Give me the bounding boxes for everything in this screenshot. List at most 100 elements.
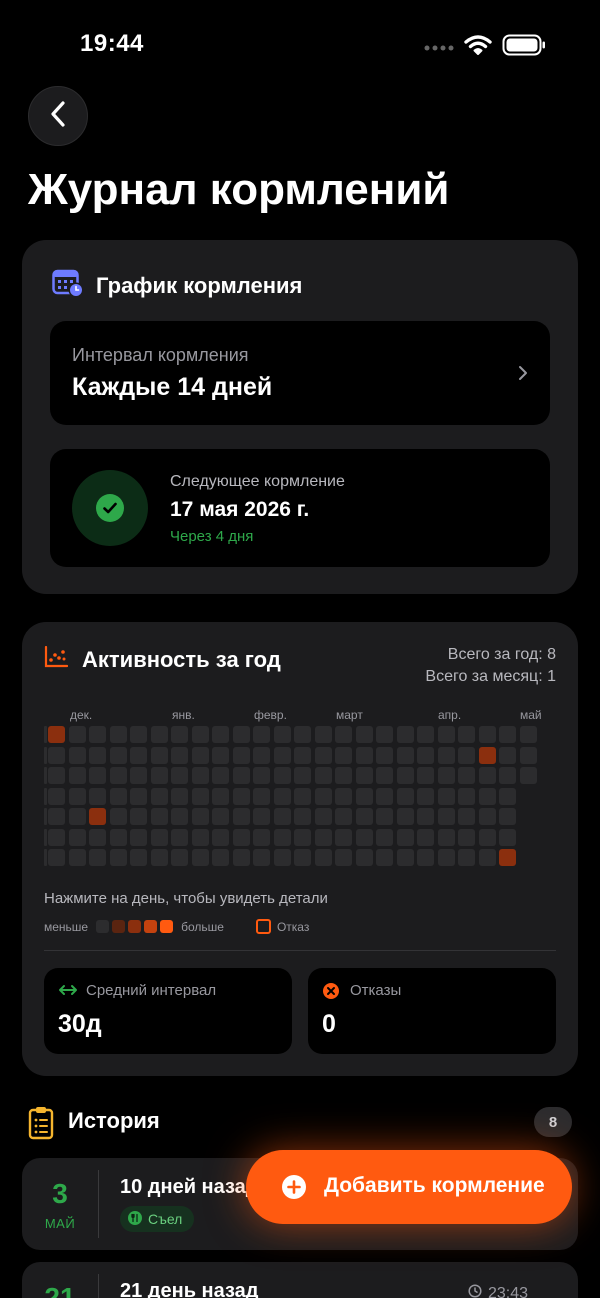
- heatmap-cell[interactable]: [48, 828, 65, 846]
- heatmap-cell[interactable]: [335, 849, 352, 866]
- heatmap-cell[interactable]: [150, 746, 168, 764]
- heatmap-cell[interactable]: [253, 746, 270, 764]
- back-button[interactable]: [28, 86, 88, 146]
- heatmap-cell[interactable]: [314, 828, 332, 846]
- heatmap-cell[interactable]: [212, 767, 229, 784]
- heatmap-cell[interactable]: [150, 787, 168, 805]
- heatmap-cell[interactable]: [130, 767, 147, 784]
- heatmap-cell[interactable]: [478, 767, 496, 784]
- heatmap-cell[interactable]: [294, 787, 311, 805]
- heatmap-cell[interactable]: [130, 808, 147, 825]
- heatmap-cell[interactable]: [417, 828, 434, 846]
- heatmap-cell[interactable]: [171, 726, 188, 743]
- heatmap-cell[interactable]: [253, 849, 270, 866]
- heatmap-cell[interactable]: [48, 787, 65, 805]
- add-feeding-button[interactable]: Добавить кормление: [246, 1150, 572, 1224]
- heatmap-cell[interactable]: [294, 726, 311, 743]
- heatmap-cell[interactable]: [150, 828, 168, 846]
- heatmap-cell[interactable]: [109, 828, 127, 846]
- heatmap-cell[interactable]: [68, 787, 86, 805]
- heatmap-cell[interactable]: [89, 726, 106, 743]
- heatmap-cell[interactable]: [437, 787, 455, 805]
- heatmap-cell[interactable]: [294, 808, 311, 825]
- heatmap-cell[interactable]: [191, 746, 209, 764]
- heatmap-cell[interactable]: [171, 808, 188, 825]
- heatmap-cell[interactable]: [376, 767, 393, 784]
- heatmap-cell[interactable]: [191, 828, 209, 846]
- heatmap-cell[interactable]: [109, 746, 127, 764]
- heatmap-cell[interactable]: [396, 787, 414, 805]
- heatmap-cell[interactable]: [44, 746, 47, 764]
- heatmap-cell[interactable]: [232, 726, 250, 743]
- heatmap-cell[interactable]: [48, 746, 65, 764]
- heatmap-cell[interactable]: [314, 746, 332, 764]
- heatmap-cell[interactable]: [396, 726, 414, 743]
- heatmap-cell[interactable]: [458, 787, 475, 805]
- heatmap-cell[interactable]: [130, 849, 147, 866]
- heatmap-cell[interactable]: [212, 808, 229, 825]
- heatmap-cell[interactable]: [89, 787, 106, 805]
- heatmap-cell[interactable]: [109, 787, 127, 805]
- heatmap-cell[interactable]: [232, 767, 250, 784]
- heatmap-cell[interactable]: [478, 746, 496, 764]
- heatmap-cell[interactable]: [89, 808, 106, 825]
- heatmap-cell[interactable]: [253, 726, 270, 743]
- heatmap-cell[interactable]: [376, 787, 393, 805]
- heatmap-cell[interactable]: [44, 828, 47, 846]
- heatmap-cell[interactable]: [499, 767, 516, 784]
- heatmap-cell[interactable]: [130, 787, 147, 805]
- heatmap-cell[interactable]: [437, 726, 455, 743]
- heatmap-cell[interactable]: [89, 746, 106, 764]
- heatmap-cell[interactable]: [44, 767, 47, 784]
- heatmap-cell[interactable]: [212, 726, 229, 743]
- heatmap-cell[interactable]: [314, 787, 332, 805]
- heatmap-cell[interactable]: [232, 808, 250, 825]
- heatmap-cell[interactable]: [478, 828, 496, 846]
- heatmap-cell[interactable]: [417, 787, 434, 805]
- heatmap-cell[interactable]: [355, 828, 373, 846]
- heatmap-cell[interactable]: [89, 767, 106, 784]
- heatmap-cell[interactable]: [48, 849, 65, 866]
- heatmap-cell[interactable]: [335, 726, 352, 743]
- heatmap-cell[interactable]: [191, 849, 209, 866]
- heatmap-cell[interactable]: [499, 787, 516, 805]
- heatmap-cell[interactable]: [458, 828, 475, 846]
- heatmap-cell[interactable]: [314, 726, 332, 743]
- heatmap-cell[interactable]: [458, 808, 475, 825]
- heatmap-cell[interactable]: [68, 808, 86, 825]
- heatmap-cell[interactable]: [44, 787, 47, 805]
- heatmap-cell[interactable]: [519, 726, 537, 743]
- heatmap-cell[interactable]: [171, 767, 188, 784]
- heatmap-cell[interactable]: [273, 828, 291, 846]
- heatmap-cell[interactable]: [150, 808, 168, 825]
- heatmap-cell[interactable]: [437, 808, 455, 825]
- heatmap-cell[interactable]: [355, 849, 373, 866]
- heatmap-cell[interactable]: [458, 767, 475, 784]
- heatmap-cell[interactable]: [273, 746, 291, 764]
- heatmap-cell[interactable]: [253, 808, 270, 825]
- heatmap-cell[interactable]: [437, 767, 455, 784]
- history-item[interactable]: 21 21 день назад 23:43: [22, 1262, 578, 1298]
- heatmap-cell[interactable]: [109, 808, 127, 825]
- heatmap-cell[interactable]: [253, 787, 270, 805]
- heatmap-cell[interactable]: [417, 746, 434, 764]
- heatmap-cell[interactable]: [478, 849, 496, 866]
- heatmap-cell[interactable]: [294, 828, 311, 846]
- heatmap-cell[interactable]: [109, 726, 127, 743]
- heatmap-cell[interactable]: [478, 726, 496, 743]
- heatmap-cell[interactable]: [44, 849, 47, 866]
- heatmap-cell[interactable]: [499, 849, 516, 866]
- heatmap-cell[interactable]: [376, 828, 393, 846]
- heatmap-cell[interactable]: [376, 849, 393, 866]
- heatmap-cell[interactable]: [191, 787, 209, 805]
- heatmap-cell[interactable]: [273, 726, 291, 743]
- heatmap-cell[interactable]: [212, 746, 229, 764]
- heatmap-cell[interactable]: [150, 767, 168, 784]
- heatmap-cell[interactable]: [376, 746, 393, 764]
- heatmap-cell[interactable]: [396, 808, 414, 825]
- heatmap-cell[interactable]: [417, 767, 434, 784]
- heatmap-cell[interactable]: [355, 726, 373, 743]
- heatmap-cell[interactable]: [294, 849, 311, 866]
- heatmap-cell[interactable]: [396, 746, 414, 764]
- heatmap-cell[interactable]: [232, 828, 250, 846]
